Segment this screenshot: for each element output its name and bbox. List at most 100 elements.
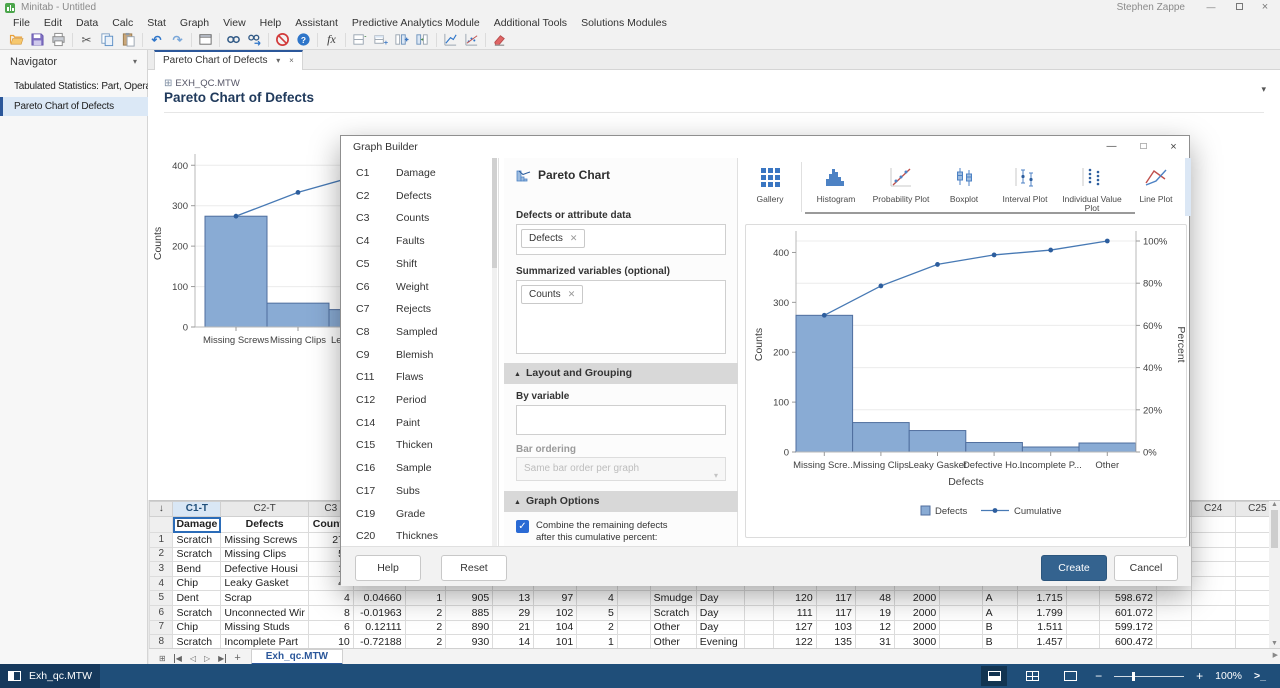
column-header-C24[interactable]: C24 [1191,502,1235,517]
layout-grouping-section[interactable]: ▲Layout and Grouping [504,363,738,384]
cell[interactable] [744,591,773,606]
cell[interactable] [1066,635,1099,648]
cell[interactable] [617,605,650,620]
paste-icon[interactable] [118,31,139,48]
cell[interactable]: A [982,605,1017,620]
dialog-minimize-button[interactable]: — [1104,140,1119,154]
cell[interactable]: Bend [173,562,221,577]
dialog-close-button[interactable]: × [1166,140,1181,154]
add-worksheet-icon[interactable]: + [234,652,240,664]
cell[interactable]: 117 [816,605,855,620]
zoom-slider-thumb[interactable] [1132,672,1135,681]
cell[interactable] [1156,591,1191,606]
cell[interactable]: 1.799 [1017,605,1066,620]
scroll-up-icon[interactable]: ▲ [1269,501,1280,508]
remove-chip-icon[interactable]: ✕ [570,233,578,244]
menu-calc[interactable]: Calc [105,17,140,29]
previous-worksheet-icon[interactable]: ◁ [190,654,196,663]
column-item-c1[interactable]: C1Damage [341,162,491,185]
cell[interactable] [1191,605,1235,620]
cell[interactable]: 120 [773,591,816,606]
gallery-item-line-plot[interactable]: Line Plot [1127,158,1185,216]
cell[interactable]: 1.457 [1017,635,1066,648]
combine-defects-option[interactable]: ✓ Combine the remaining defects after th… [516,520,686,543]
cell[interactable]: 14 [493,635,534,648]
cell[interactable]: 2 [405,605,446,620]
cell[interactable]: Scratch [173,533,221,548]
defects-chip[interactable]: Defects✕ [521,229,585,248]
cell[interactable]: 1.511 [1017,620,1066,635]
column-item-c17[interactable]: C17Subs [341,480,491,503]
cell[interactable]: 111 [773,605,816,620]
save-icon[interactable] [27,31,48,48]
cell[interactable]: Scratch [650,605,696,620]
redo-icon[interactable]: ↷ [167,31,188,48]
variable-name-defects[interactable]: Defects [221,517,309,533]
active-worksheet-indicator[interactable]: Exh_qc.MTW [0,664,100,688]
cell[interactable]: Other [650,620,696,635]
cell[interactable]: 48 [855,591,894,606]
zoom-out-button[interactable]: − [1095,669,1102,683]
cell[interactable] [617,635,650,648]
column-item-c4[interactable]: C4Faults [341,230,491,253]
find-next-icon[interactable] [244,31,265,48]
cell[interactable]: Day [696,620,744,635]
cell[interactable]: Smudge [650,591,696,606]
cell[interactable]: 12 [855,620,894,635]
menu-data[interactable]: Data [69,17,105,29]
cell[interactable] [617,591,650,606]
worksheet-tab[interactable]: Exh_qc.MTW [251,649,343,665]
column-item-c6[interactable]: C6Weight [341,276,491,299]
cell[interactable]: 102 [534,605,577,620]
cell[interactable] [940,591,982,606]
cell[interactable]: 10 [308,635,353,648]
cell[interactable]: 885 [446,605,493,620]
cell[interactable]: 930 [446,635,493,648]
zoom-in-button[interactable]: + [1196,669,1203,683]
column-item-c5[interactable]: C5Shift [341,253,491,276]
cell[interactable]: Chip [173,576,221,591]
move-column-icon[interactable] [412,31,433,48]
scroll-down-icon[interactable]: ▼ [1269,640,1280,647]
cell[interactable]: Missing Clips [221,547,309,562]
cell[interactable]: 600.472 [1099,635,1156,648]
cell[interactable]: 135 [816,635,855,648]
column-header-C1-T[interactable]: C1-T [173,502,221,517]
cell[interactable]: 0.12111 [353,620,405,635]
gallery-item-boxplot[interactable]: Boxplot [935,158,993,216]
column-item-c8[interactable]: C8Sampled [341,321,491,344]
cell[interactable] [940,620,982,635]
cell[interactable]: 599.172 [1099,620,1156,635]
cell[interactable]: 1 [577,635,618,648]
cell[interactable] [1156,605,1191,620]
column-item-c11[interactable]: C11Flaws [341,366,491,389]
cell[interactable]: -0.01963 [353,605,405,620]
select-all-corner[interactable]: ↓ [150,502,173,517]
cell[interactable]: 1 [405,591,446,606]
cell[interactable]: Leaky Gasket [221,576,309,591]
column-item-c14[interactable]: C14Paint [341,412,491,435]
column-item-c12[interactable]: C12Period [341,389,491,412]
column-item-c20[interactable]: C20Thicknes [341,525,491,546]
cell[interactable]: 8 [308,605,353,620]
worksheet-view-icon[interactable] [1019,666,1045,686]
cell[interactable]: 13 [493,591,534,606]
cell[interactable]: 1.715 [1017,591,1066,606]
undo-icon[interactable]: ↶ [146,31,167,48]
remove-chip-icon[interactable]: ✕ [568,289,576,300]
cell[interactable]: 101 [534,635,577,648]
gallery-item-interval-plot[interactable]: Interval Plot [993,158,1057,216]
next-worksheet-icon[interactable]: ▷ [204,654,210,663]
summarized-field[interactable]: Counts✕ [516,280,726,354]
cell[interactable] [940,635,982,648]
tab-dropdown-icon[interactable]: ▾ [276,56,280,65]
cell[interactable]: 29 [493,605,534,620]
cell[interactable]: Scratch [173,635,221,648]
cell[interactable]: Defective Housi [221,562,309,577]
formula-icon[interactable]: fx [321,31,342,48]
navigator-item-2[interactable]: Pareto Chart of Defects [0,97,148,116]
navigator-dropdown-icon[interactable]: ▾ [133,57,137,66]
scroll-right-icon[interactable]: ▶ [1273,651,1278,659]
cell[interactable]: 2000 [894,605,939,620]
cell[interactable] [744,620,773,635]
